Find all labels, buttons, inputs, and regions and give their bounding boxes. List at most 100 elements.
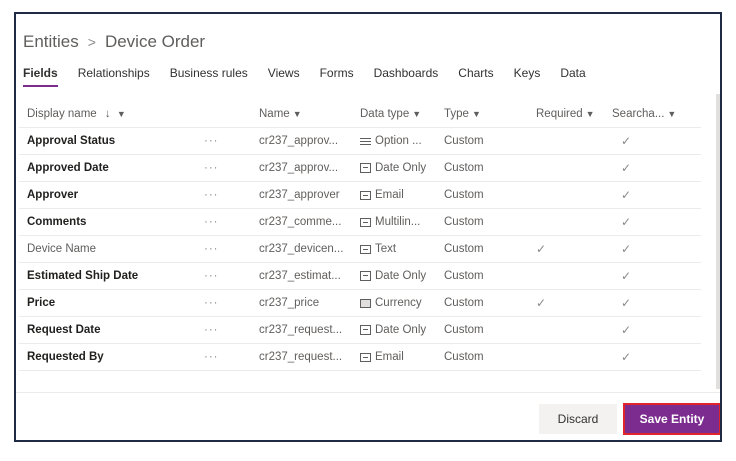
field-type: Custom xyxy=(444,162,484,174)
table-row[interactable]: Requested By ··· cr237_request... Email Cust… xyxy=(19,344,701,371)
grid-body: Approval Status ··· cr237_approv... Option … xyxy=(19,128,701,371)
field-display-name[interactable]: Approver xyxy=(19,189,204,201)
field-data-type: Text xyxy=(360,243,444,255)
field-display-name[interactable]: Price xyxy=(19,297,204,309)
field-display-name[interactable]: Comments xyxy=(19,216,204,228)
date-icon xyxy=(360,325,371,335)
column-header-searchable[interactable]: Searcha... ▼ xyxy=(612,108,692,120)
chevron-down-icon: ▼ xyxy=(116,108,126,119)
column-header-data-type[interactable]: Data type ▼ xyxy=(360,108,444,120)
field-schema-name: cr237_devicen... xyxy=(259,243,344,255)
breadcrumb-entities-link[interactable]: Entities xyxy=(23,32,79,52)
field-data-type: Email xyxy=(360,351,444,363)
searchable-check-icon: ✓ xyxy=(621,215,632,229)
chevron-down-icon: ▼ xyxy=(667,108,677,119)
tab-charts[interactable]: Charts xyxy=(458,66,493,87)
email-icon xyxy=(360,190,371,200)
more-options-icon[interactable]: ··· xyxy=(204,351,259,363)
field-display-name[interactable]: Approved Date xyxy=(19,162,204,174)
entity-designer-window: Entities > Device Order Fields Relations… xyxy=(14,12,722,442)
date-icon xyxy=(360,163,371,173)
tab-dashboards[interactable]: Dashboards xyxy=(374,66,439,87)
more-options-icon[interactable]: ··· xyxy=(204,243,259,255)
more-options-icon[interactable]: ··· xyxy=(204,189,259,201)
field-display-name[interactable]: Requested By xyxy=(19,351,204,363)
chevron-down-icon: ▼ xyxy=(412,108,422,119)
field-schema-name: cr237_approver xyxy=(259,189,340,201)
more-options-icon[interactable]: ··· xyxy=(204,216,259,228)
searchable-check-icon: ✓ xyxy=(621,242,632,256)
required-check-icon: ✓ xyxy=(536,242,547,256)
field-display-name[interactable]: Request Date xyxy=(19,324,204,336)
table-row[interactable]: Approval Status ··· cr237_approv... Option … xyxy=(19,128,701,155)
field-type: Custom xyxy=(444,324,484,336)
searchable-check-icon: ✓ xyxy=(621,296,632,310)
field-schema-name: cr237_comme... xyxy=(259,216,342,228)
table-row[interactable]: Price ··· cr237_price Currency Custom ✓ ✓ xyxy=(19,290,701,317)
more-options-icon[interactable]: ··· xyxy=(204,297,259,309)
tab-keys[interactable]: Keys xyxy=(514,66,541,87)
tab-relationships[interactable]: Relationships xyxy=(78,66,150,87)
field-schema-name: cr237_approv... xyxy=(259,135,339,147)
sort-descending-icon: ↓ xyxy=(104,107,111,120)
more-options-icon[interactable]: ··· xyxy=(204,324,259,336)
discard-button[interactable]: Discard xyxy=(539,404,617,434)
tab-data[interactable]: Data xyxy=(560,66,585,87)
column-header-required[interactable]: Required ▼ xyxy=(528,108,612,120)
field-schema-name: cr237_request... xyxy=(259,351,343,363)
more-options-icon[interactable]: ··· xyxy=(204,270,259,282)
field-data-type: Email xyxy=(360,189,444,201)
field-type: Custom xyxy=(444,297,484,309)
breadcrumb-current: Device Order xyxy=(104,32,206,51)
field-data-type: Option ... xyxy=(360,135,444,147)
required-check-icon: ✓ xyxy=(536,296,547,310)
tab-views[interactable]: Views xyxy=(268,66,300,87)
vertical-scrollbar[interactable] xyxy=(716,94,720,389)
field-type: Custom xyxy=(444,189,484,201)
field-type: Custom xyxy=(444,351,484,363)
field-data-type: Date Only xyxy=(360,162,444,174)
email-icon xyxy=(360,352,371,362)
field-data-type: Date Only xyxy=(360,270,444,282)
tab-forms[interactable]: Forms xyxy=(320,66,354,87)
field-schema-name: cr237_request... xyxy=(259,324,343,336)
field-display-name[interactable]: Device Name xyxy=(19,243,204,255)
table-row[interactable]: Request Date ··· cr237_request... Date Only… xyxy=(19,317,701,344)
searchable-check-icon: ✓ xyxy=(621,134,632,148)
table-row[interactable]: Approver ··· cr237_approver Email Custom ✓ xyxy=(19,182,701,209)
table-row[interactable]: Comments ··· cr237_comme... Multilin... Cust… xyxy=(19,209,701,236)
field-data-type: Date Only xyxy=(360,324,444,336)
field-type: Custom xyxy=(444,135,484,147)
field-schema-name: cr237_estimat... xyxy=(259,270,341,282)
tab-fields[interactable]: Fields xyxy=(23,66,58,87)
footer-divider xyxy=(16,392,720,393)
chevron-down-icon: ▼ xyxy=(471,108,481,119)
field-data-type: Currency xyxy=(360,297,444,309)
field-data-type: Multilin... xyxy=(360,216,444,228)
field-display-name[interactable]: Approval Status xyxy=(19,135,204,147)
searchable-check-icon: ✓ xyxy=(621,350,632,364)
save-entity-button[interactable]: Save Entity xyxy=(623,403,720,435)
tab-business-rules[interactable]: Business rules xyxy=(170,66,248,87)
field-type: Custom xyxy=(444,216,484,228)
field-display-name[interactable]: Estimated Ship Date xyxy=(19,270,204,282)
field-type: Custom xyxy=(444,243,484,255)
column-header-display-name[interactable]: Display name ↓ ▼ xyxy=(19,108,204,120)
searchable-check-icon: ✓ xyxy=(621,269,632,283)
field-schema-name: cr237_price xyxy=(259,297,320,309)
option-set-icon xyxy=(360,137,371,145)
multiline-icon xyxy=(360,217,371,227)
table-row[interactable]: Device Name ··· cr237_devicen... Text Custom… xyxy=(19,236,701,263)
column-header-type[interactable]: Type ▼ xyxy=(444,108,528,120)
field-type: Custom xyxy=(444,270,484,282)
breadcrumb: Entities > Device Order xyxy=(23,32,205,52)
currency-icon xyxy=(360,298,371,308)
more-options-icon[interactable]: ··· xyxy=(204,162,259,174)
more-options-icon[interactable]: ··· xyxy=(204,135,259,147)
column-header-name[interactable]: Name ▼ xyxy=(259,108,360,120)
date-icon xyxy=(360,271,371,281)
fields-grid: Display name ↓ ▼ Name ▼ Data type ▼ Type ▼ … xyxy=(19,100,701,371)
searchable-check-icon: ✓ xyxy=(621,161,632,175)
table-row[interactable]: Approved Date ··· cr237_approv... Date Only… xyxy=(19,155,701,182)
table-row[interactable]: Estimated Ship Date ··· cr237_estimat... Da… xyxy=(19,263,701,290)
